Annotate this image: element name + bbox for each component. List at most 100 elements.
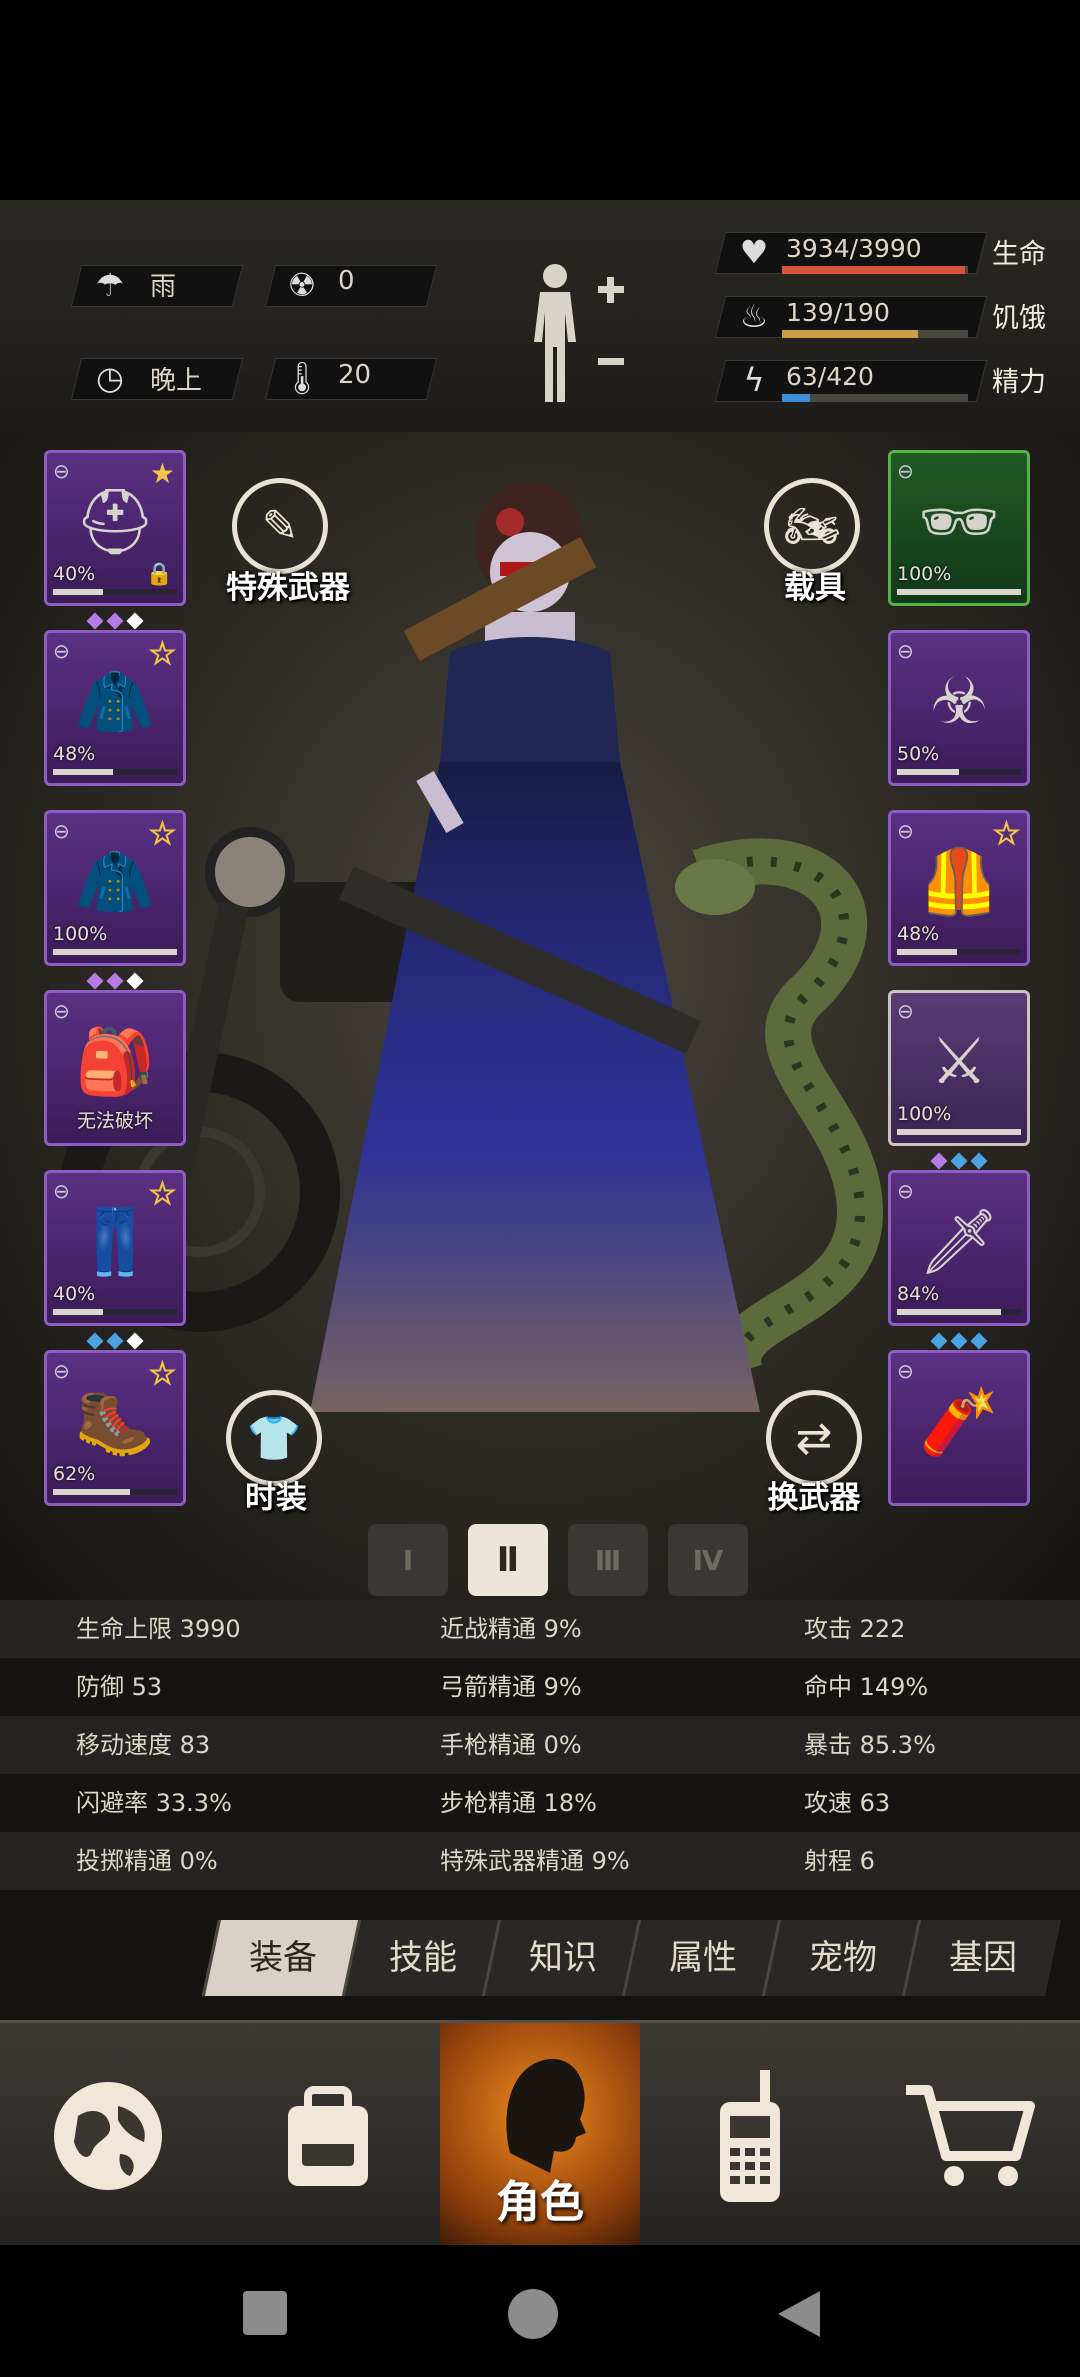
- durability-text: 100%: [53, 923, 108, 945]
- durability-bar-fill: [897, 1309, 1002, 1315]
- fashion-button[interactable]: 👕 时装: [216, 1390, 336, 1520]
- vehicle-button[interactable]: 🏍 载具: [760, 478, 870, 608]
- stat-cell: 手枪精通 0%: [440, 1731, 582, 1759]
- tab-3[interactable]: 属性: [621, 1920, 782, 1996]
- vehicle-label: 载具: [784, 570, 846, 606]
- jacket-icon: 🧥: [75, 665, 155, 740]
- tab-label: 技能: [389, 1938, 457, 1978]
- system-navigation-bar: [0, 2245, 1080, 2377]
- equip-slot-pants[interactable]: ⊖ ★ 👖 40%: [44, 1170, 186, 1350]
- durability-bar-fill: [53, 1489, 130, 1495]
- equip-slot-boots[interactable]: ⊖ ★ 🥾 62%: [44, 1350, 186, 1506]
- equip-slot-helmet[interactable]: ⊖ ★ ⛑ 🔒 40%: [44, 450, 186, 630]
- swap-weapon-label: 换武器: [767, 1480, 861, 1516]
- tab-0[interactable]: 装备: [201, 1920, 362, 1996]
- gem-sockets: [47, 1332, 183, 1350]
- equip-slot-glasses[interactable]: ⊖ 🕶 100%: [888, 450, 1030, 606]
- character-scene: ⊖ ★ ⛑ 🔒 40% ⊖ ★ 🧥 48% ⊖ ★ 🧥 100% ⊖ 🎒 无法破坏 ⊖ ★ 👖 40% ⊖ ★ 🥾 62% ⊖…: [0, 432, 1080, 1600]
- radiation-icon: ☢: [287, 266, 317, 304]
- link-icon: ⊖: [53, 1179, 70, 1203]
- equip-slot-mask[interactable]: ⊖ ☣ 50%: [888, 630, 1030, 786]
- outfit-tab[interactable]: Ⅱ: [468, 1524, 548, 1596]
- body-status-button[interactable]: [520, 258, 630, 408]
- swap-weapon-button[interactable]: ⇄ 换武器: [752, 1390, 876, 1520]
- nav-radio[interactable]: [640, 2023, 860, 2248]
- stat-cell: 步枪精通 18%: [440, 1789, 597, 1817]
- durability-bar-fill: [53, 769, 113, 775]
- tab-label: 装备: [249, 1938, 317, 1978]
- outfit-tab[interactable]: Ⅲ: [568, 1524, 648, 1596]
- tab-4[interactable]: 宠物: [761, 1920, 922, 1996]
- durability-bar-fill: [897, 949, 957, 955]
- bottom-navigation: 角色: [0, 2020, 1080, 2248]
- gem-sockets: [47, 612, 183, 630]
- outfit-tab[interactable]: Ⅰ: [368, 1524, 448, 1596]
- durability-bar: [897, 949, 1021, 955]
- hp-value: 3934/3990: [786, 234, 922, 263]
- machete-icon: 🗡: [918, 1205, 1000, 1280]
- status-bar-area: [0, 0, 1080, 200]
- nav-character[interactable]: 角色: [440, 2023, 640, 2248]
- outfit-tab[interactable]: Ⅳ: [668, 1524, 748, 1596]
- walkie-talkie-icon: [720, 2069, 780, 2202]
- gem-icon: [86, 972, 104, 990]
- pants-icon: 👖: [75, 1205, 155, 1280]
- durability-bar-fill: [897, 1129, 1021, 1135]
- hp-label: 生命: [992, 239, 1046, 270]
- home-button[interactable]: [508, 2289, 558, 2339]
- special-weapon-label: 特殊武器: [226, 570, 350, 606]
- stats-row: 移动速度 83 手枪精通 0% 暴击 85.3%: [0, 1716, 1080, 1774]
- gem-icon: [970, 1152, 988, 1170]
- durability-bar: [897, 1129, 1021, 1135]
- tab-2[interactable]: 知识: [481, 1920, 642, 1996]
- shopping-cart-icon: [906, 2084, 1035, 2186]
- outfit-preset-selector: ⅠⅡⅢⅣ: [368, 1524, 748, 1596]
- energy-bar-fill: [782, 394, 810, 402]
- nav-inventory[interactable]: [215, 2023, 440, 2248]
- durability-bar-fill: [53, 589, 103, 595]
- rain-cloud-icon: ☂: [95, 266, 125, 304]
- vitals-panel: ♥ 3934/3990 生命 ♨ 139/190 饥饿 ϟ 63/420 精力: [714, 232, 1060, 422]
- equip-slot-rifle[interactable]: ⊖ ⚔ 100%: [888, 990, 1030, 1170]
- gem-sockets: [47, 972, 183, 990]
- coat-icon: 🧥: [75, 845, 155, 920]
- stats-table: 生命上限 3990 近战精通 9% 攻击 222 防御 53 弓箭精通 9% 命中 149…: [0, 1600, 1080, 1890]
- gem-icon: [106, 972, 124, 990]
- tab-label: 宠物: [809, 1938, 877, 1978]
- tactical-vest-icon: 🦺: [919, 845, 999, 920]
- nav-shop[interactable]: [860, 2023, 1080, 2248]
- special-weapon-button[interactable]: ✎ 特殊武器: [218, 478, 358, 608]
- stats-row: 投掷精通 0% 特殊武器精通 9% 射程 6: [0, 1832, 1080, 1890]
- durability-bar-fill: [53, 1309, 103, 1315]
- recent-apps-button[interactable]: [243, 2291, 287, 2335]
- durability-text: 40%: [53, 1283, 96, 1305]
- tab-5[interactable]: 基因: [901, 1920, 1062, 1996]
- equip-slot-coat[interactable]: ⊖ ★ 🧥 100%: [44, 810, 186, 990]
- durability-bar: [53, 1309, 177, 1315]
- temperature-value: 20: [338, 360, 372, 390]
- back-button[interactable]: [774, 2289, 824, 2339]
- durability-bar-fill: [897, 769, 959, 775]
- equip-slot-blade[interactable]: ⊖ 🗡 84%: [888, 1170, 1030, 1350]
- energy-value: 63/420: [786, 362, 874, 391]
- stats-row: 防御 53 弓箭精通 9% 命中 149%: [0, 1658, 1080, 1716]
- durability-bar: [897, 769, 1021, 775]
- equip-slot-backpack[interactable]: ⊖ 🎒 无法破坏: [44, 990, 186, 1146]
- equip-slot-top[interactable]: ⊖ ★ 🧥 48%: [44, 630, 186, 786]
- link-icon: ⊖: [53, 999, 70, 1023]
- gem-icon: [86, 1332, 104, 1350]
- durability-text: 84%: [897, 1283, 940, 1305]
- stat-cell: 特殊武器精通 9%: [440, 1847, 630, 1875]
- tab-1[interactable]: 技能: [341, 1920, 502, 1996]
- equip-slot-vest[interactable]: ⊖ ★ 🦺 48%: [888, 810, 1030, 966]
- stats-row: 闪避率 33.3% 步枪精通 18% 攻速 63: [0, 1774, 1080, 1832]
- equip-slot-explosive[interactable]: ⊖ 🧨: [888, 1350, 1030, 1506]
- durability-text: 100%: [897, 1103, 952, 1125]
- durability-bar-fill: [897, 589, 1021, 595]
- backpack-icon: 🎒: [75, 1025, 155, 1100]
- link-icon: ⊖: [897, 459, 914, 483]
- weather-label: 雨: [150, 272, 177, 302]
- gem-icon: [930, 1332, 948, 1350]
- backpack-icon: [287, 2085, 368, 2186]
- nav-map[interactable]: [0, 2023, 215, 2248]
